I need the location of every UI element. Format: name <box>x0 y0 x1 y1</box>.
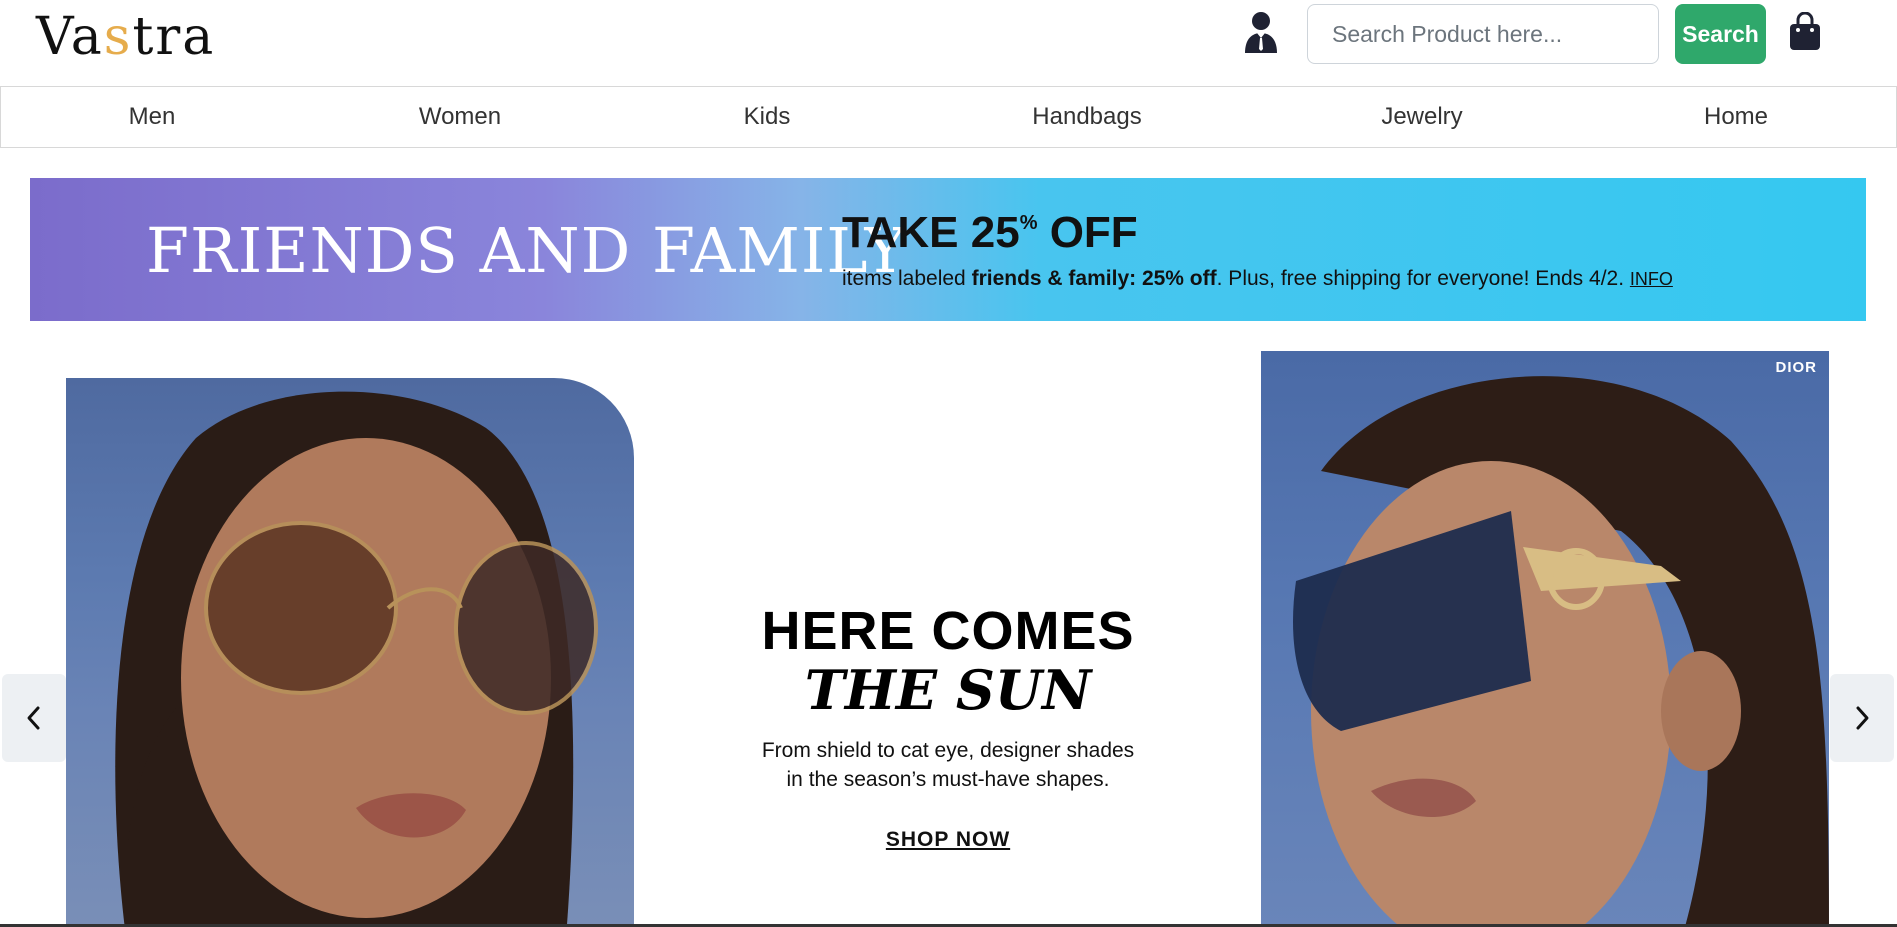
promo-headline: TAKE 25% OFF <box>842 208 1138 258</box>
hero-carousel: HERE COMES THE SUN From shield to cat ey… <box>0 350 1897 927</box>
promo-banner[interactable]: FRIENDS AND FAMILY TAKE 25% OFF items la… <box>30 178 1866 321</box>
logo-text-end: tra <box>132 7 216 67</box>
logo-text-start: Va <box>36 7 104 67</box>
search-input[interactable] <box>1307 4 1659 64</box>
hero-title-line2: THE SUN <box>804 658 1092 722</box>
promo-headline-main: TAKE 25 <box>842 208 1020 257</box>
shopping-bag-icon <box>1790 12 1820 50</box>
carousel-prev-button[interactable] <box>2 674 66 762</box>
category-nav: Men Women Kids Handbags Jewelry Home <box>0 86 1897 148</box>
hero-description-line1: From shield to cat eye, designer shades <box>761 739 1135 762</box>
chevron-left-icon <box>27 706 40 730</box>
promo-sub-bold: friends & family: 25% off <box>971 267 1217 290</box>
hero-photo-left <box>66 378 634 927</box>
search-button[interactable]: Search <box>1675 4 1766 64</box>
nav-item-kids[interactable]: Kids <box>744 87 791 147</box>
promo-subtext: items labeled friends & family: 25% off.… <box>842 267 1673 291</box>
user-icon <box>1245 12 1277 53</box>
promo-headline-tail: OFF <box>1037 208 1138 257</box>
nav-item-jewelry[interactable]: Jewelry <box>1381 87 1462 147</box>
cart-button[interactable] <box>1785 10 1825 54</box>
model-right-image <box>1293 376 1829 927</box>
hero-photo-right: DIOR <box>1261 351 1829 927</box>
shop-now-link[interactable]: SHOP NOW <box>886 828 1010 852</box>
nav-item-handbags[interactable]: Handbags <box>1032 87 1141 147</box>
site-header: Vastra Search <box>0 0 1897 86</box>
promo-sub-prefix: items labeled <box>842 267 972 290</box>
promo-sub-suffix: . Plus, free shipping for everyone! Ends… <box>1216 267 1630 290</box>
hero-title-line1: HERE COMES <box>761 601 1135 661</box>
hero-description: From shield to cat eye, designer shades … <box>762 736 1134 794</box>
logo-text-accent: s <box>103 7 133 67</box>
promo-info-link[interactable]: INFO <box>1630 269 1673 289</box>
brand-tag: DIOR <box>1775 359 1817 376</box>
model-left-image <box>115 391 598 927</box>
site-logo[interactable]: Vastra <box>36 6 215 68</box>
nav-item-men[interactable]: Men <box>129 87 176 147</box>
nav-item-home[interactable]: Home <box>1704 87 1768 147</box>
nav-item-women[interactable]: Women <box>419 87 501 147</box>
promo-headline-percent: % <box>1019 212 1038 234</box>
promo-title: FRIENDS AND FAMILY <box>146 214 907 287</box>
hero-description-line2: in the season’s must-have shapes. <box>786 768 1110 791</box>
carousel-next-button[interactable] <box>1830 674 1894 762</box>
account-button[interactable] <box>1240 10 1282 54</box>
chevron-right-icon <box>1856 706 1869 730</box>
